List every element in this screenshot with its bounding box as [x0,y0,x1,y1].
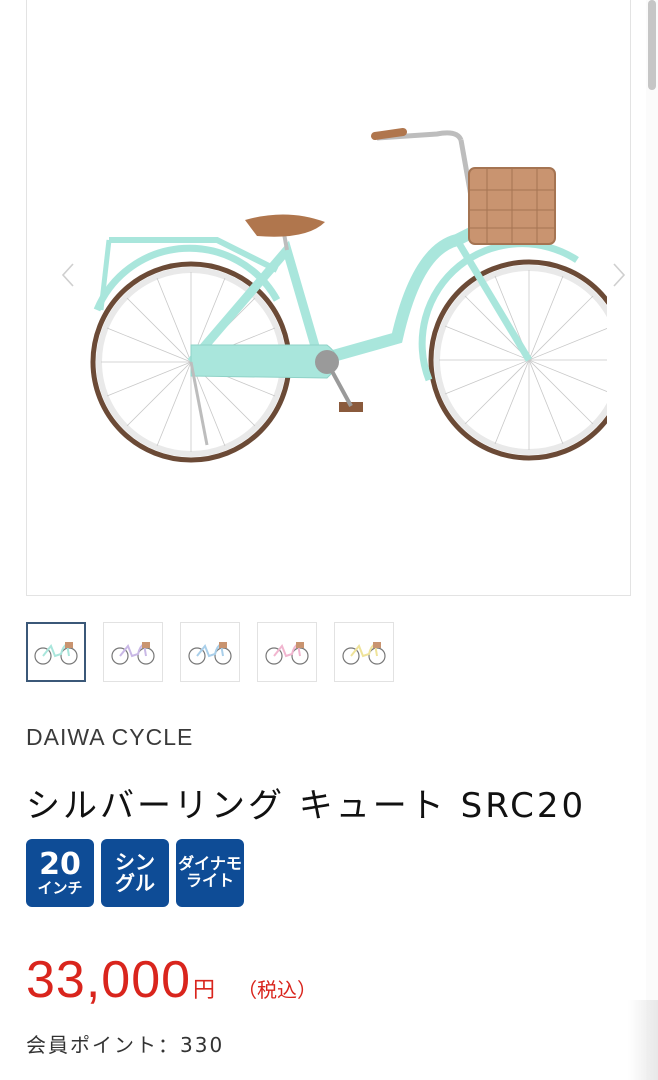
member-points: 会員ポイント：330 [26,1033,225,1057]
thumbnail-light-blue[interactable] [180,622,240,682]
product-title: シルバーリング キュート SRC20 [26,786,587,826]
tax-note: （税込） [237,978,318,1002]
chevron-right-icon[interactable] [612,262,626,288]
page-corner-shadow [628,1000,658,1080]
bicycle-image [90,128,607,463]
gallery-thumbnails [26,622,394,682]
badge-gear-line2: グル [115,871,155,895]
bicycle-thumbnail-icon [188,642,232,665]
badge-size: 20 インチ [26,839,94,907]
badge-light-line2: ライト [185,871,234,890]
bicycle-thumbnail-icon [342,642,386,665]
badge-size-unit: インチ [37,878,83,897]
badge-size-value: 20 [39,847,81,883]
badge-gear: シン グル [101,839,169,907]
thumbnail-yellow[interactable] [334,622,394,682]
page-scrollbar-track [646,0,658,1080]
thumbnail-lavender[interactable] [103,622,163,682]
feature-badges: 20 インチ シン グル ダイナモ ライト [26,839,244,907]
brand-name: DAIWA CYCLE [26,724,194,750]
bicycle-thumbnail-icon [265,642,309,665]
bicycle-thumbnail-icon [34,642,78,665]
bicycle-thumbnail-icon [111,642,155,665]
main-product-image[interactable] [26,0,631,596]
badge-light: ダイナモ ライト [176,839,244,907]
price-currency: 円 [193,978,216,1003]
badge-gear-line1: シン [115,850,155,874]
thumbnail-pink[interactable] [257,622,317,682]
thumbnail-mint[interactable] [26,622,86,682]
price-value: 33,000 [26,951,192,1009]
page-scrollbar[interactable] [648,0,656,90]
price-row: 33,000 円 （税込） [26,950,317,1010]
